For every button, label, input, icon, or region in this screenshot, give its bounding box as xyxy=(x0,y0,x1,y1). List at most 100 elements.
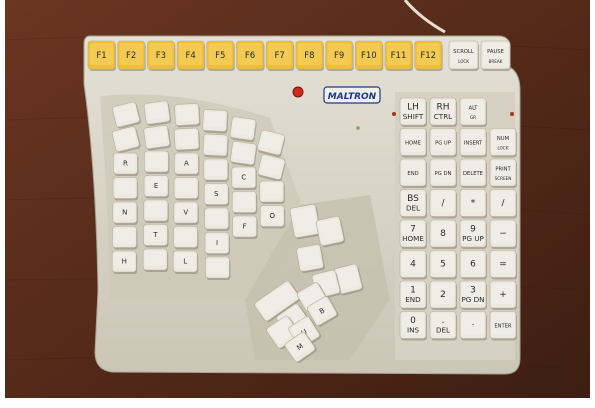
left-key[interactable]: N xyxy=(112,201,138,225)
left-key[interactable]: L xyxy=(172,250,199,274)
left-key[interactable] xyxy=(203,158,229,182)
key-label: + xyxy=(499,290,507,300)
numpad-key[interactable]: ALT GR xyxy=(459,97,487,127)
numpad-key[interactable]: * xyxy=(459,189,487,219)
left-key[interactable]: F xyxy=(232,215,258,239)
key-f10[interactable]: F10 xyxy=(354,40,384,71)
thumb-key[interactable] xyxy=(296,244,325,274)
left-key[interactable]: H xyxy=(111,250,138,274)
left-key[interactable]: E xyxy=(143,175,170,199)
key-label: C xyxy=(241,174,246,182)
left-key[interactable] xyxy=(174,103,201,128)
numpad-key[interactable]: .DEL xyxy=(429,311,457,341)
key-label: NUM xyxy=(497,136,509,142)
key-f1[interactable]: F1 xyxy=(87,40,116,71)
left-key[interactable] xyxy=(112,177,139,201)
numpad-key[interactable]: BSDEL xyxy=(399,189,427,219)
numpad-key[interactable]: END xyxy=(399,158,427,188)
numpad-key[interactable]: + xyxy=(489,280,517,310)
key-pause[interactable]: PAUSE BREAK xyxy=(480,40,511,71)
numpad-key[interactable]: PG DN xyxy=(429,158,457,188)
key-f9[interactable]: F9 xyxy=(325,40,354,71)
numpad-key[interactable]: · xyxy=(459,311,487,341)
key-label: SCROLL xyxy=(453,49,473,55)
left-key[interactable] xyxy=(173,177,200,201)
key-label: HOME xyxy=(405,141,421,147)
left-key[interactable] xyxy=(173,226,199,250)
key-f3[interactable]: F3 xyxy=(147,40,176,71)
key-scroll[interactable]: SCROLL LOCK xyxy=(448,40,479,71)
key-f5[interactable]: F5 xyxy=(206,40,235,71)
key-label: 0 xyxy=(410,316,416,326)
numpad-key[interactable]: PRINT SCREEN xyxy=(489,158,517,188)
numpad-key[interactable]: = xyxy=(489,250,517,280)
numpad-key[interactable]: PG UP xyxy=(429,128,457,158)
numpad-key[interactable]: 7HOME xyxy=(399,219,427,249)
status-led-3 xyxy=(356,126,360,130)
numpad-key[interactable]: LHSHIFT xyxy=(399,97,427,127)
key-f2[interactable]: F2 xyxy=(117,40,146,71)
key-label: F2 xyxy=(126,51,136,61)
left-key[interactable]: T xyxy=(143,224,169,248)
key-sublabel: BREAK xyxy=(489,59,503,64)
key-label: 8 xyxy=(440,229,446,239)
left-key[interactable] xyxy=(205,256,231,280)
key-label: V xyxy=(183,209,188,217)
left-key[interactable] xyxy=(174,127,201,152)
key-label: F11 xyxy=(391,51,407,61)
left-key[interactable]: C xyxy=(231,166,257,190)
left-key[interactable] xyxy=(259,180,285,204)
numpad-key[interactable]: / xyxy=(429,189,457,219)
left-key[interactable]: V xyxy=(173,201,199,225)
status-led-1 xyxy=(392,112,396,116)
key-sublabel: PG DN xyxy=(461,295,484,304)
numpad-key[interactable]: NUM LOCK xyxy=(489,128,517,158)
left-key[interactable] xyxy=(143,125,171,151)
key-f4[interactable]: F4 xyxy=(176,40,206,71)
left-key[interactable]: I xyxy=(204,232,230,256)
left-key[interactable] xyxy=(202,109,229,134)
left-key[interactable]: R xyxy=(113,152,139,176)
numpad-key[interactable]: HOME xyxy=(399,128,427,158)
key-label: F8 xyxy=(304,51,314,61)
numpad-key[interactable]: 5 xyxy=(429,250,457,280)
key-label: . xyxy=(442,316,445,326)
left-key[interactable] xyxy=(202,133,229,159)
numpad-key[interactable]: 4 xyxy=(399,250,427,280)
numpad-key[interactable]: − xyxy=(489,219,517,249)
left-key[interactable] xyxy=(143,199,169,223)
key-sublabel: END xyxy=(405,295,421,304)
left-key[interactable]: S xyxy=(203,183,230,207)
left-key[interactable] xyxy=(142,248,169,272)
key-f11[interactable]: F11 xyxy=(384,40,413,71)
numpad-key[interactable]: DELETE xyxy=(459,158,487,188)
numpad-key[interactable]: INSERT xyxy=(459,128,487,158)
numpad-key[interactable]: 6 xyxy=(459,250,487,280)
key-f7[interactable]: F7 xyxy=(265,40,295,71)
key-f8[interactable]: F8 xyxy=(295,40,324,71)
left-key[interactable]: A xyxy=(174,152,200,176)
numpad-key[interactable]: RHCTRL xyxy=(429,97,457,127)
key-label: PAUSE xyxy=(487,49,504,55)
numpad-key[interactable]: 2 xyxy=(429,280,457,310)
left-key[interactable]: O xyxy=(259,205,286,229)
numpad-key[interactable]: ENTER xyxy=(489,311,517,341)
key-sublabel: HOME xyxy=(402,234,424,243)
left-key[interactable] xyxy=(112,226,138,250)
left-key[interactable] xyxy=(230,141,258,167)
numpad-key[interactable]: 8 xyxy=(429,219,457,249)
left-key[interactable] xyxy=(204,207,230,231)
key-f12[interactable]: F12 xyxy=(414,40,443,71)
left-key[interactable] xyxy=(144,150,170,174)
key-label: ENTER xyxy=(494,324,512,330)
numpad-key[interactable]: 3PG DN xyxy=(459,280,487,310)
left-key[interactable] xyxy=(231,191,258,215)
numpad-key[interactable]: 9PG UP xyxy=(459,219,487,249)
numpad-key[interactable]: 1END xyxy=(399,280,427,310)
left-key[interactable] xyxy=(143,100,172,127)
numpad-key[interactable]: 0INS xyxy=(399,311,427,341)
numpad-key[interactable]: / xyxy=(489,189,517,219)
key-label: F1 xyxy=(96,51,106,61)
key-f6[interactable]: F6 xyxy=(236,40,265,71)
left-key[interactable] xyxy=(229,116,257,143)
